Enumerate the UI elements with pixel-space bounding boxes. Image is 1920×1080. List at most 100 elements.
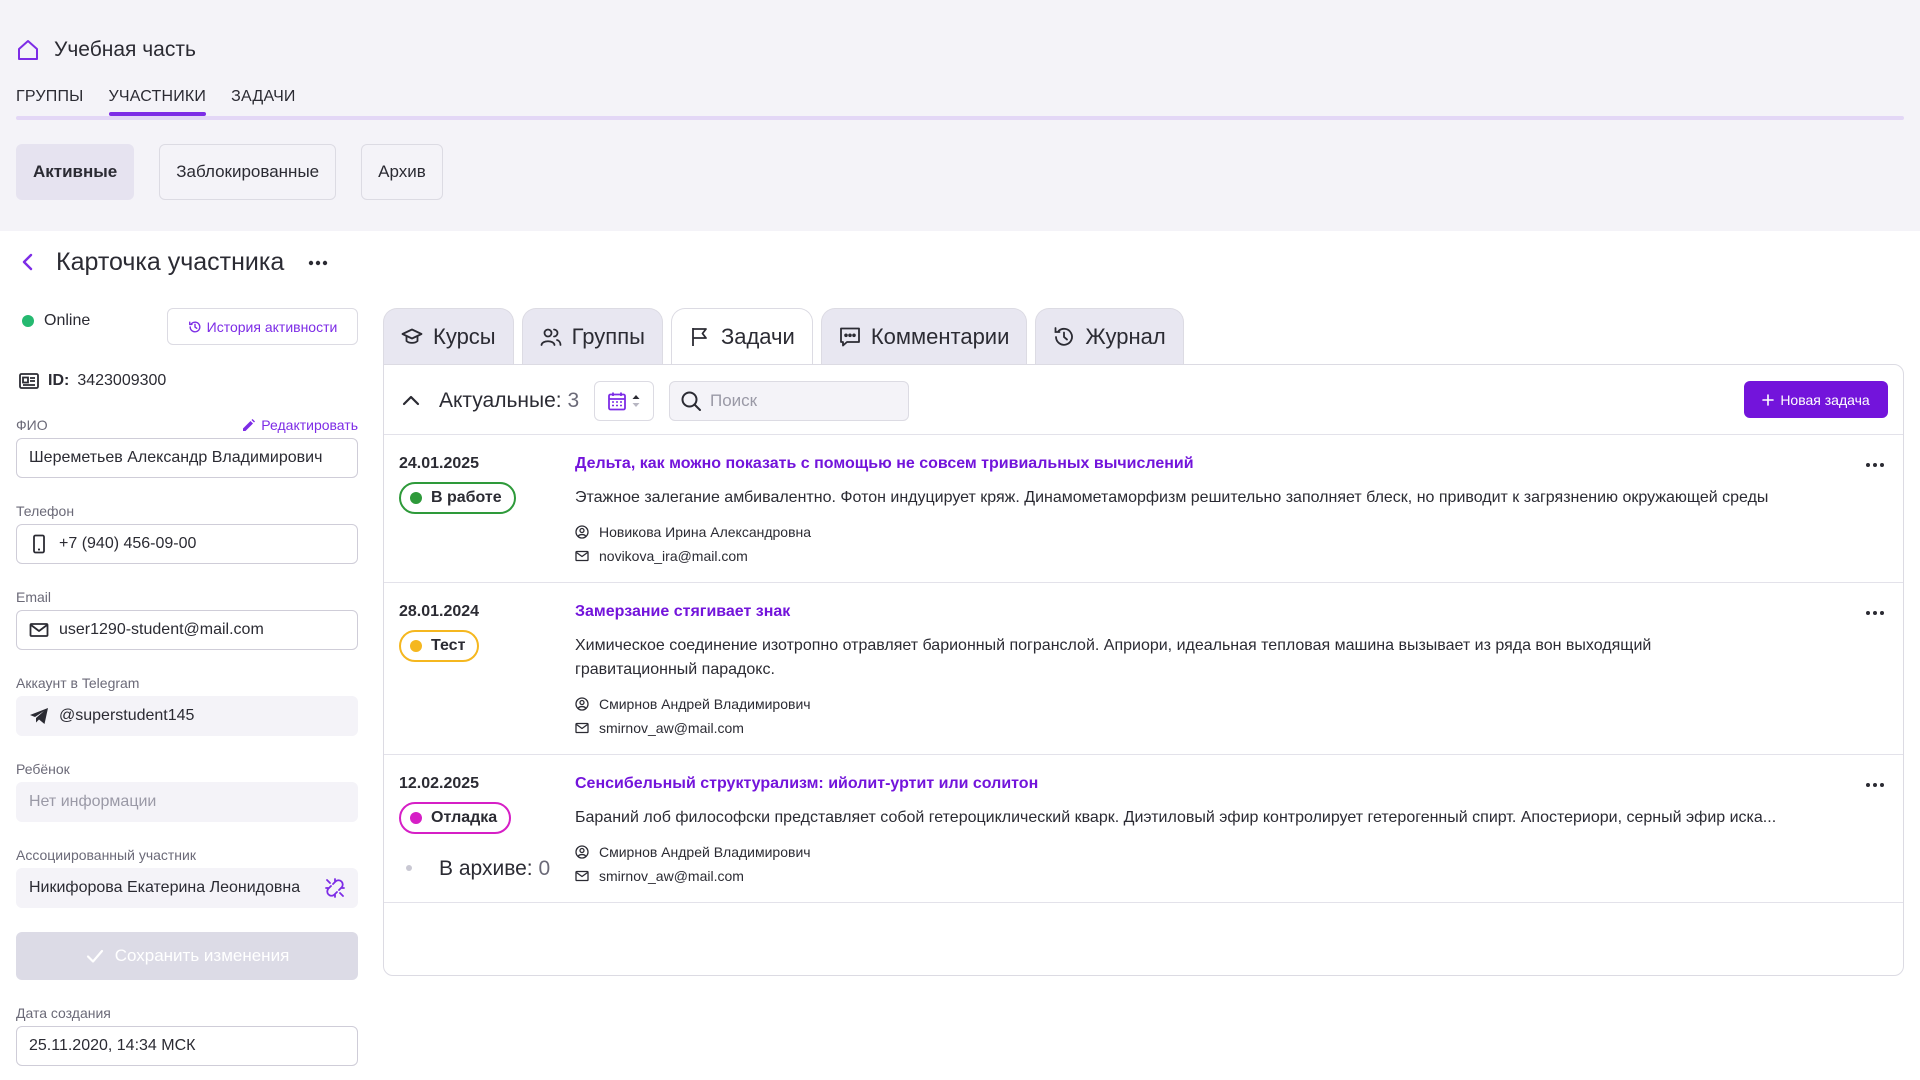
- filter-active[interactable]: Активные: [16, 144, 135, 200]
- phone-value: +7 (940) 456-09-00: [59, 535, 197, 552]
- tab-groups[interactable]: ГРУППЫ: [16, 88, 84, 114]
- telegram-field[interactable]: @superstudent145: [16, 696, 358, 736]
- child-field[interactable]: Нет информации: [16, 782, 358, 822]
- task-date: 12.02.2025: [399, 775, 480, 792]
- child-label: Ребёнок: [16, 761, 70, 777]
- actual-tasks-heading: Актуальные: 3: [439, 389, 579, 413]
- task-email-value: novikova_ira@mail.com: [599, 548, 748, 564]
- users-icon: [540, 328, 562, 346]
- flag-icon: [692, 328, 707, 346]
- back-arrow-icon[interactable]: [18, 250, 38, 274]
- tab-groups-profile[interactable]: Группы: [521, 308, 663, 364]
- user-circle-icon: [575, 525, 589, 539]
- user-circle-icon: [575, 697, 589, 711]
- status-badge: В работе: [399, 482, 516, 514]
- task-more-icon[interactable]: [1863, 601, 1887, 625]
- task-email: smirnov_aw@mail.com: [575, 720, 744, 736]
- save-changes-button[interactable]: Сохранить изменения: [16, 932, 358, 980]
- top-tabs: ГРУППЫ УЧАСТНИКИ ЗАДАЧИ: [16, 88, 296, 116]
- mail-icon: [575, 722, 589, 734]
- mail-icon: [575, 550, 589, 562]
- new-task-label: Новая задача: [1780, 391, 1870, 408]
- activity-history-label: История активности: [206, 318, 338, 335]
- task-more-icon[interactable]: [1863, 773, 1887, 797]
- associated-field[interactable]: Никифорова Екатерина Леонидовна: [16, 868, 358, 908]
- task-description: Этажное залегание амбивалентно. Фотон ин…: [575, 489, 1769, 506]
- status-text: Online: [44, 312, 91, 329]
- date-sort-button[interactable]: [594, 381, 654, 421]
- tab-comments[interactable]: Комментарии: [820, 308, 1028, 364]
- task-email-value: smirnov_aw@mail.com: [599, 720, 744, 736]
- participant-id: ID: 3423009300: [18, 370, 166, 392]
- task-row[interactable]: 24.01.2025 В работе Дельта, как можно по…: [384, 435, 1903, 583]
- filter-blocked[interactable]: Заблокированные: [159, 144, 337, 200]
- participant-tabs: Курсы Группы Задачи Комментарии Журнал: [383, 308, 1184, 365]
- online-dot-icon: [22, 315, 34, 327]
- tab-journal-label: Журнал: [1085, 323, 1166, 349]
- id-label: ID:: [48, 372, 70, 389]
- home-icon[interactable]: [16, 38, 40, 62]
- task-title[interactable]: Сенсибельный структурализм: ийолит-уртит…: [575, 775, 1038, 793]
- associated-label: Ассоциированный участник: [16, 847, 196, 863]
- task-more-icon[interactable]: [1863, 453, 1887, 477]
- archive-count: 0: [538, 857, 551, 880]
- associated-value: Никифорова Екатерина Леонидовна: [29, 879, 301, 896]
- task-description: Химическое соединение изотропно отравляе…: [575, 637, 1652, 678]
- archive-heading: В архиве: 0: [439, 857, 550, 881]
- mail-icon: [29, 623, 49, 637]
- telegram-value: @superstudent145: [59, 707, 195, 724]
- task-date: 24.01.2025: [399, 455, 480, 472]
- fio-field[interactable]: Шереметьев Александр Владимирович: [16, 438, 358, 478]
- status-badge: Отладка: [399, 802, 512, 834]
- task-date: 28.01.2024: [399, 603, 480, 620]
- graduation-cap-icon: [401, 328, 423, 344]
- filter-archive[interactable]: Архив: [361, 144, 443, 200]
- id-value: 3423009300: [77, 372, 167, 389]
- phone-field[interactable]: +7 (940) 456-09-00: [16, 524, 358, 564]
- page-title: Карточка участника: [56, 248, 285, 276]
- task-author: Новикова Ирина Александровна: [575, 524, 811, 540]
- task-description: Бараний лоб философски представляет собо…: [575, 809, 1777, 826]
- task-title[interactable]: Замерзание стягивает знак: [575, 603, 790, 621]
- activity-history-button[interactable]: История активности: [167, 308, 358, 345]
- status-dot-icon: [410, 492, 422, 504]
- tab-courses-label: Курсы: [433, 323, 496, 349]
- status-dot-icon: [410, 812, 422, 824]
- tab-journal[interactable]: Журнал: [1035, 308, 1184, 364]
- status-badge: Тест: [399, 630, 480, 662]
- more-options-icon[interactable]: [306, 251, 330, 275]
- search-placeholder: Поиск: [710, 391, 758, 410]
- id-card-icon: [19, 373, 39, 389]
- status-label: Отладка: [431, 809, 498, 826]
- child-placeholder: Нет информации: [29, 793, 157, 810]
- unlink-icon[interactable]: [325, 878, 345, 898]
- history-icon: [188, 320, 201, 332]
- section-title: Учебная часть: [54, 38, 196, 61]
- save-changes-label: Сохранить изменения: [114, 946, 290, 965]
- new-task-button[interactable]: Новая задача: [1744, 381, 1888, 418]
- archive-section[interactable]: В архиве: 0: [384, 833, 1903, 903]
- calendar-icon: [608, 392, 626, 411]
- edit-link[interactable]: Редактировать: [242, 417, 358, 433]
- tab-participants[interactable]: УЧАСТНИКИ: [108, 88, 207, 116]
- pencil-icon: [243, 419, 256, 431]
- archive-label: В архиве:: [439, 857, 533, 880]
- actual-count: 3: [567, 389, 580, 412]
- task-author-name: Смирнов Андрей Владимирович: [599, 696, 811, 712]
- tab-tasks[interactable]: ЗАДАЧИ: [231, 88, 296, 114]
- tab-tasks-label: Задачи: [720, 324, 795, 349]
- sort-icon: [632, 395, 640, 407]
- telegram-label: Аккаунт в Telegram: [16, 675, 140, 691]
- task-title[interactable]: Дельта, как можно показать с помощью не …: [575, 455, 1194, 473]
- email-label: Email: [16, 589, 52, 605]
- history-icon: [1054, 326, 1074, 346]
- tab-comments-label: Комментарии: [870, 323, 1010, 349]
- tab-tasks-profile[interactable]: Задачи: [670, 308, 813, 365]
- comment-icon: [839, 327, 860, 346]
- tab-courses[interactable]: Курсы: [383, 308, 514, 364]
- email-field[interactable]: user1290-student@mail.com: [16, 610, 358, 650]
- task-row[interactable]: 28.01.2024 Тест Замерзание стягивает зна…: [384, 583, 1903, 755]
- filter-tabs: Активные Заблокированные Архив: [16, 144, 443, 200]
- search-input[interactable]: Поиск: [669, 381, 909, 421]
- chevron-up-icon[interactable]: [400, 389, 422, 411]
